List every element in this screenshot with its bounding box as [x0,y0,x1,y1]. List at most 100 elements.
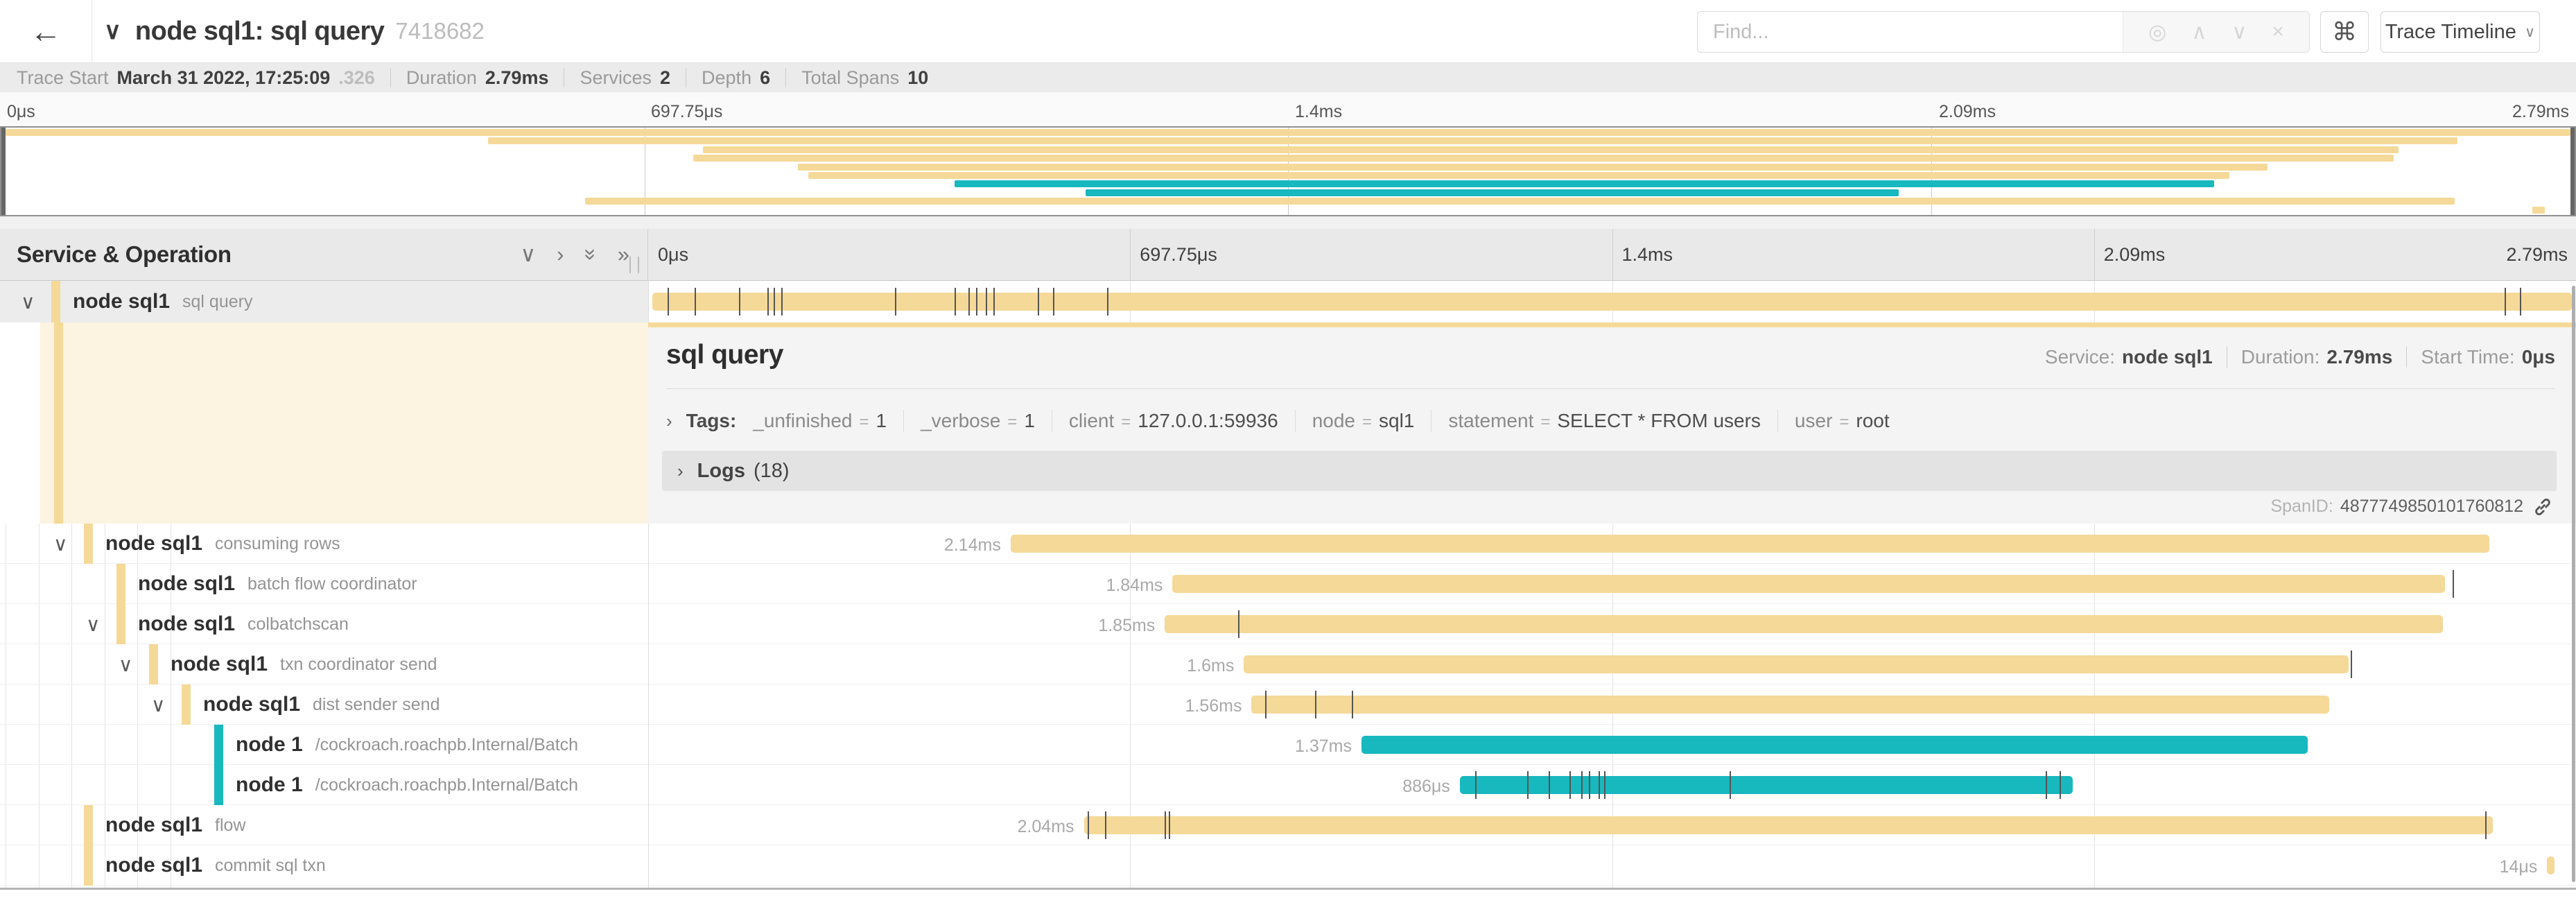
tag-item[interactable]: _unfinished=1 [753,410,904,432]
tag-value: 1 [1024,410,1035,432]
span-bar[interactable] [1251,696,2329,714]
span-bar-row[interactable]: 1.85ms [648,604,2576,644]
clear-search-icon[interactable]: × [2272,20,2284,44]
collapse-one-icon[interactable]: ∨ [520,242,536,267]
back-button[interactable]: ← [0,0,92,62]
log-marker-tick [993,288,995,316]
expand-tags-icon[interactable]: › [666,411,672,432]
expand-logs-icon[interactable]: › [677,460,684,482]
span-row[interactable]: node sql1batch flow coordinator [0,564,648,604]
log-marker-tick [2046,771,2047,799]
minimap-span-bar [808,172,2229,179]
span-bar-row[interactable]: 2.14ms [648,524,2576,564]
expand-all-icon[interactable]: » [618,242,629,267]
span-bar[interactable] [1011,535,2489,553]
tag-item[interactable]: node=sql1 [1312,410,1432,432]
span-bar[interactable] [1084,816,2494,834]
span-bar-row[interactable]: 1.37ms [648,725,2576,765]
span-bar-row[interactable]: 1.6ms [648,644,2576,684]
span-bar[interactable] [1361,736,2308,754]
prev-match-icon[interactable]: ∧ [2191,20,2207,44]
service-name: node sql1 [138,612,235,636]
tag-item[interactable]: client=127.0.0.1:59936 [1069,410,1296,432]
tag-value: sql1 [1379,410,1414,432]
log-marker-tick [986,288,987,316]
collapse-children-icon[interactable]: ∨ [21,291,51,313]
find-input[interactable]: Find... [1698,12,2123,52]
span-bar[interactable] [2547,856,2555,874]
minimap-span-bar [6,129,2570,136]
expand-one-icon[interactable]: › [557,242,564,267]
tag-item[interactable]: user=root [1795,410,1906,432]
span-bar-row[interactable]: 2.04ms [648,805,2576,845]
service-color-swatch [84,805,93,845]
collapse-children-icon[interactable]: ∨ [119,653,149,676]
collapse-trace-chevron-icon[interactable]: ∨ [104,17,121,45]
log-marker-tick [1105,811,1106,839]
span-bar-row[interactable]: 14μs [648,845,2576,886]
log-marker-tick [2485,811,2487,839]
timeline-section-header: Service & Operation ∨ › » » 0μs697.75μs1… [0,229,2576,281]
stat-separator [785,68,786,87]
trace-view-selector[interactable]: Trace Timeline ∨ [2381,11,2540,53]
span-bar[interactable] [652,293,2573,311]
span-bar-row[interactable]: 1.84ms [648,564,2576,604]
log-marker-tick [976,288,977,316]
timeline-minimap[interactable] [0,126,2576,216]
span-row[interactable]: node 1/cockroach.roachpb.Internal/Batch [0,725,648,765]
service-value: node sql1 [2122,346,2213,368]
tag-item[interactable]: _verbose=1 [921,410,1052,432]
span-row[interactable]: ∨node sql1txn coordinator send [0,644,648,684]
next-match-icon[interactable]: ∨ [2231,20,2247,44]
span-bar[interactable] [1460,776,2073,794]
collapse-children-icon[interactable]: ∨ [151,693,182,716]
log-marker-tick [1730,771,1731,799]
minimap-span-bar [585,198,2455,205]
service-color-swatch [84,845,93,886]
span-bar-row[interactable]: 1.56ms [648,684,2576,725]
ruler-gridline [1130,229,1131,280]
span-bar[interactable] [1244,655,2349,673]
keyboard-shortcuts-button[interactable]: ⌘ [2320,11,2369,53]
span-row[interactable]: ∨node sql1colbatchscan [0,604,648,644]
trace-stat: Depth6 [702,67,770,89]
minimap-right-handle[interactable] [2570,128,2575,215]
collapse-children-icon[interactable]: ∨ [86,613,116,636]
service-label: Service: [2045,346,2115,368]
minimap-tick-label: 0μs [7,102,35,122]
stat-label: Depth [702,67,751,89]
span-row[interactable]: node sql1flow [0,805,648,845]
minimap-span-bar [798,164,2268,171]
locate-icon[interactable]: ◎ [2148,20,2166,44]
column-resize-grip[interactable] [629,257,639,273]
span-bar-row[interactable]: 886μs [648,765,2576,805]
logs-toggle[interactable]: › Logs (18) [662,451,2557,491]
detail-row-left-cell [40,322,648,524]
span-row[interactable]: ∨node sql1dist sender send [0,684,648,725]
span-bar-row-sql-query[interactable] [648,281,2576,322]
span-row[interactable]: ∨node sql1consuming rows [0,524,648,564]
collapse-all-icon[interactable]: » [578,248,603,260]
span-row[interactable]: node sql1commit sql txn [0,845,648,886]
span-row-sql-query[interactable]: ∨ node sql1 sql query [0,281,648,322]
tag-equals: = [1121,413,1131,432]
collapse-children-icon[interactable]: ∨ [53,533,84,555]
minimap-tick-label: 2.79ms [2512,102,2569,122]
vertical-scrollbar[interactable] [2572,286,2575,882]
ruler-tick-label: 2.09ms [2104,244,2166,266]
span-duration-label: 1.85ms [1098,616,1155,636]
service-name: node sql1 [73,290,170,313]
span-row[interactable]: node 1/cockroach.roachpb.Internal/Batch [0,765,648,805]
span-bar[interactable] [1165,615,2443,633]
tags-row[interactable]: › Tags: _unfinished=1_verbose=1client=12… [666,399,2555,442]
span-bar[interactable] [1172,575,2444,593]
log-marker-tick [1527,771,1529,799]
service-operation-title: Service & Operation [17,241,232,268]
log-marker-tick [1581,771,1583,799]
tag-item[interactable]: statement=SELECT * FROM users [1448,410,1778,432]
minimap-left-handle[interactable] [1,128,6,215]
deep-link-icon[interactable] [2533,497,2552,517]
service-name: node sql1 [138,572,235,596]
view-selector-label: Trace Timeline [2385,21,2516,44]
chevron-down-icon: ∨ [2525,24,2535,41]
